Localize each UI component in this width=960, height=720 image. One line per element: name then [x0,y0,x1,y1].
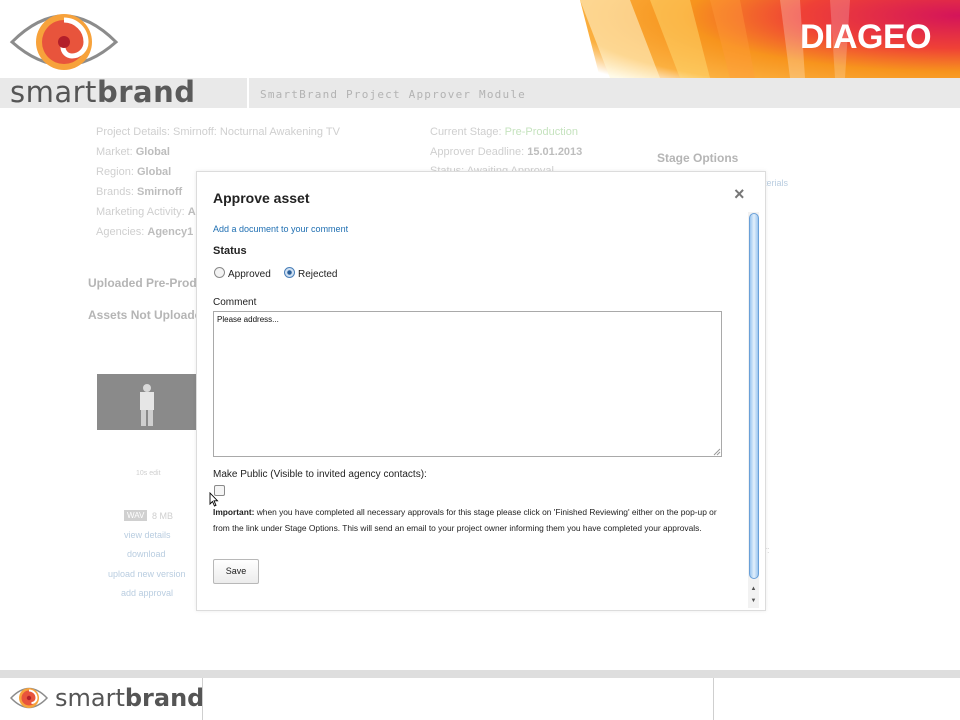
rejected-radio-label[interactable]: Rejected [298,269,337,280]
deadline-label: Approver Deadline: [430,146,525,158]
market-label: Market: [96,146,133,158]
mouse-pointer-icon [209,492,219,507]
agencies-line: Agencies: Agency1 (T [96,226,207,238]
download-link[interactable]: download [127,549,166,559]
footer-smartbrand-wordmark: smartbrand [55,684,204,712]
brands-value: Smirnoff [136,186,183,198]
footer-brand-bold: brand [124,684,205,712]
thumbnail-caption: 10s edit [136,470,161,477]
dialog-title: Approve asset [213,190,310,206]
upload-new-version-link[interactable]: upload new version [108,569,186,579]
important-notice-bold: Important: [213,507,255,517]
brand-word-light: smart [10,75,97,108]
comment-label: Comment [213,297,257,308]
marketing-activity-label: Marketing Activity: [96,206,185,218]
file-size: 8 MB [152,511,174,521]
stage-options-heading: Stage Options [657,151,739,165]
assets-not-uploaded-heading: Assets Not Uploaded [88,308,209,322]
stage-materials-link[interactable]: terials [764,178,788,188]
current-stage-line: Current Stage: Pre-Production [430,126,578,138]
add-document-link[interactable]: Add a document to your comment [213,224,348,234]
textarea-resize-grip-icon[interactable] [713,448,721,456]
smartbrand-wordmark: smartbrand [10,75,195,108]
market-line: Market: Global [96,146,170,158]
smartbrand-eye-logo-icon [9,14,119,70]
agencies-label: Agencies: [96,226,145,238]
approved-radio-label[interactable]: Approved [228,269,271,280]
footer-divider-left [202,678,203,720]
close-icon[interactable]: × [734,184,745,205]
important-notice: Important: when you have completed all n… [213,504,729,536]
dialog-scrollbar-thumb[interactable] [749,213,759,579]
approved-radio[interactable] [214,267,225,278]
current-stage-value: Pre-Production [504,126,578,138]
brand-word-bold: brand [96,75,196,108]
footer-brand-light: smart [55,684,125,712]
region-line: Region: Global [96,166,171,178]
project-details-line: Project Details: Smirnoff: Nocturnal Awa… [96,126,340,138]
rejected-radio[interactable] [284,267,295,278]
deadline-line: Approver Deadline: 15.01.2013 [430,146,582,158]
region-label: Region: [96,166,134,178]
make-public-label: Make Public (Visible to invited agency c… [213,469,427,480]
thumbnail-figure-image [140,384,154,426]
brands-line: Brands: Smirnoff [96,186,182,198]
save-button[interactable]: Save [213,559,259,584]
app-header: DIAGEO smartbrand SmartBrand Project App… [0,0,960,108]
region-value: Global [136,166,172,178]
title-bar-divider [247,78,249,108]
market-value: Global [135,146,170,158]
brands-label: Brands: [96,186,134,198]
view-details-link[interactable]: view details [124,530,171,540]
current-stage-label: Current Stage: [430,126,502,138]
status-label: Status [213,245,247,257]
comment-textarea[interactable] [213,311,722,457]
deadline-value: 15.01.2013 [527,146,583,158]
module-title: SmartBrand Project Approver Module [260,88,526,101]
file-type-badge: WAV [124,510,148,521]
add-approval-link[interactable]: add approval [121,588,173,598]
approve-asset-dialog: Approve asset × Add a document to your c… [196,171,766,611]
footer-top-rule [0,670,960,678]
scroll-down-arrow-icon[interactable]: ▼ [748,596,759,606]
footer-eye-logo-icon [10,687,48,709]
marketing-activity-line: Marketing Activity: Ac [96,206,202,218]
important-notice-text: when you have completed all necessary ap… [213,507,717,533]
client-logo-diageo: DIAGEO [800,18,932,56]
footer-divider-right [713,678,714,720]
scroll-up-arrow-icon[interactable]: ▲ [748,584,759,594]
uploaded-assets-heading: Uploaded Pre-Produc [88,276,211,290]
